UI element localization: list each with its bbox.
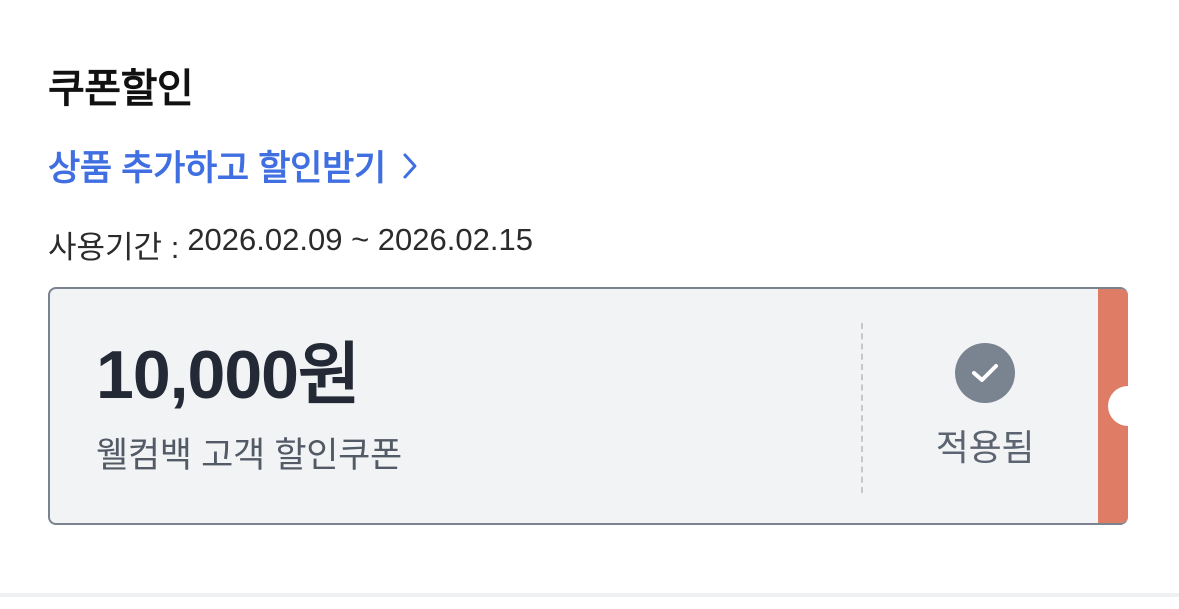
coupon-amount: 10,000원 [96, 337, 361, 413]
check-icon [955, 343, 1015, 403]
section-title: 쿠폰할인 [48, 67, 194, 111]
ticket-notch [1108, 386, 1128, 426]
coupon-ticket-strip [1098, 289, 1128, 523]
chevron-right-icon [402, 152, 418, 180]
add-product-discount-link[interactable]: 상품 추가하고 할인받기 [48, 140, 418, 191]
coupon-card[interactable]: 10,000원 웰컴백 고객 할인쿠폰 적용됨 [48, 287, 1128, 525]
coupon-applied-status[interactable]: 적용됨 [910, 343, 1060, 471]
applied-label: 적용됨 [935, 427, 1035, 468]
coupon-name: 웰컴백 고객 할인쿠폰 [96, 436, 402, 475]
usage-period-label: 사용기간 : [48, 230, 180, 265]
section-divider [0, 593, 1179, 597]
coupon-divider [861, 323, 863, 493]
usage-period-value: 2026.02.09 ~ 2026.02.15 [187, 222, 533, 257]
usage-period: 사용기간 : 2026.02.09 ~ 2026.02.15 [48, 222, 533, 267]
promo-link-label: 상품 추가하고 할인받기 [48, 149, 386, 188]
